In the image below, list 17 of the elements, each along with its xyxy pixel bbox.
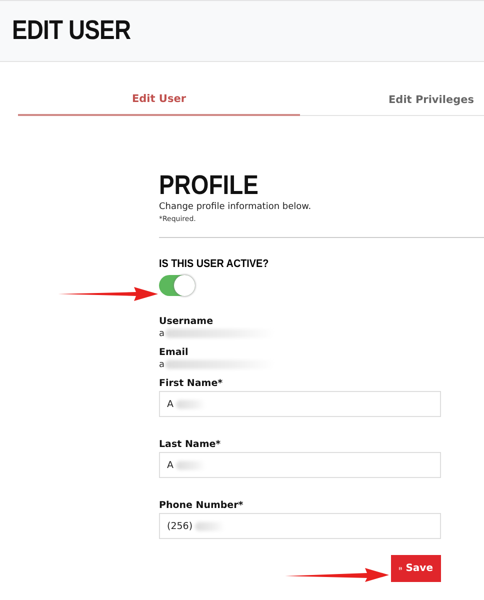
field-label: Email xyxy=(159,347,188,358)
page-title: EDIT USER xyxy=(12,15,131,46)
tab[interactable]: Edit Privileges xyxy=(300,93,484,116)
input-field[interactable]: A xyxy=(159,452,441,478)
field-label: IS THIS USER ACTIVE? xyxy=(159,258,269,270)
input-field[interactable]: (256) xyxy=(159,513,441,539)
section-subtitle: Change profile information below. xyxy=(159,202,312,212)
input-field[interactable]: A xyxy=(159,391,441,417)
tab[interactable]: Edit User xyxy=(18,93,300,116)
field-label: First Name* xyxy=(159,378,223,389)
field-value: a xyxy=(159,360,165,370)
field-label: Last Name* xyxy=(159,439,221,450)
field-label: Phone Number* xyxy=(159,500,244,511)
field-value: a xyxy=(159,328,165,338)
field-label: Username xyxy=(159,316,214,327)
section-title: PROFILE xyxy=(159,170,258,200)
save-button[interactable]: Save xyxy=(391,555,441,582)
